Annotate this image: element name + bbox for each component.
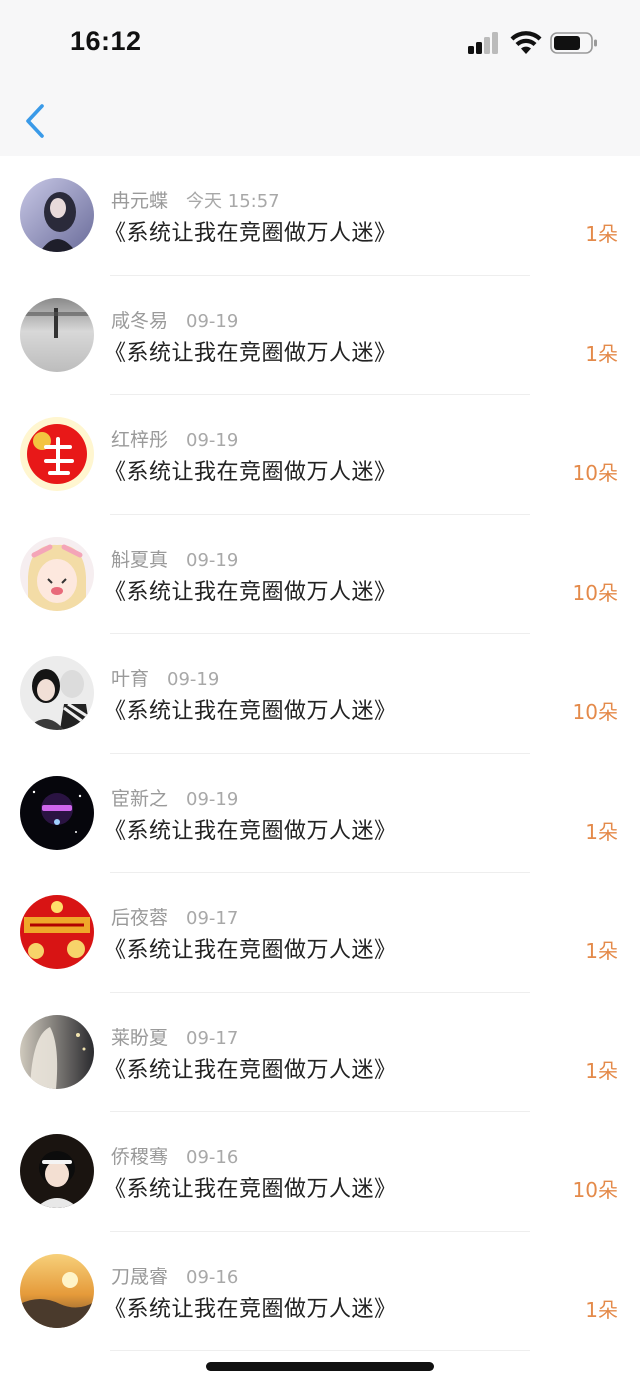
item-meta: 冉元蝶 今天 15:57 — [111, 186, 280, 213]
cellular-signal-icon — [466, 32, 502, 54]
item-meta: 后夜蓉 09-17 — [111, 903, 238, 930]
avatar[interactable] — [20, 297, 94, 372]
list-item[interactable]: 咸冬易 09-19 《系统让我在竞圈做万人迷》 1朵 — [0, 276, 640, 395]
status-time: 16:12 — [70, 26, 142, 56]
divider — [110, 1350, 530, 1351]
avatar[interactable] — [20, 417, 94, 491]
sender-name: 叶育 — [111, 668, 150, 690]
avatar[interactable] — [20, 656, 94, 730]
sender-name: 红梓彤 — [111, 429, 169, 451]
book-title: 《系统让我在竞圈做万人迷》 — [104, 1296, 397, 1322]
avatar[interactable] — [20, 895, 94, 969]
sender-name: 后夜蓉 — [111, 907, 169, 929]
flower-count: 10朵 — [572, 461, 618, 485]
book-title: 《系统让我在竞圈做万人迷》 — [104, 221, 397, 246]
item-date: 09-17 — [186, 908, 239, 929]
item-date: 09-19 — [186, 549, 239, 571]
book-title: 《系统让我在竞圈做万人迷》 — [104, 340, 397, 366]
list-item[interactable]: 冉元蝶 今天 15:57 《系统让我在竞圈做万人迷》 1朵 — [0, 156, 640, 276]
list-item[interactable]: 叶育 09-19 《系统让我在竞圈做万人迷》 10朵 — [0, 634, 640, 754]
wifi-icon — [510, 31, 542, 54]
sender-name: 咸冬易 — [111, 309, 169, 332]
avatar[interactable] — [20, 775, 94, 850]
item-meta: 斛夏真 09-19 — [111, 545, 238, 572]
flower-count: 1朵 — [585, 1058, 618, 1083]
flower-count: 1朵 — [585, 1297, 618, 1322]
item-meta: 莱盼夏 09-17 — [111, 1023, 238, 1050]
flower-count: 10朵 — [572, 580, 618, 605]
item-meta: 咸冬易 09-19 — [111, 306, 238, 333]
item-meta: 叶育 09-19 — [111, 664, 219, 691]
avatar[interactable] — [20, 536, 94, 611]
item-date: 09-19 — [186, 430, 239, 451]
gift-list: 冉元蝶 今天 15:57 《系统让我在竞圈做万人迷》 1朵 咸冬易 09-19 《系… — [0, 156, 640, 1351]
list-item[interactable]: 后夜蓉 09-17 《系统让我在竞圈做万人迷》 1朵 — [0, 873, 640, 993]
avatar[interactable] — [20, 1134, 94, 1208]
battery-icon — [550, 32, 597, 54]
item-date: 今天 15:57 — [186, 191, 280, 212]
item-date: 09-19 — [186, 310, 239, 332]
item-meta: 侨稷骞 09-16 — [111, 1142, 238, 1169]
item-date: 09-16 — [186, 1147, 239, 1168]
item-meta: 宦新之 09-19 — [111, 784, 238, 811]
flower-count: 1朵 — [585, 819, 618, 844]
list-item[interactable]: 斛夏真 09-19 《系统让我在竞圈做万人迷》 10朵 — [0, 515, 640, 634]
list-item[interactable]: 刀晟睿 09-16 《系统让我在竞圈做万人迷》 1朵 — [0, 1232, 640, 1351]
flower-count: 1朵 — [585, 222, 618, 246]
list-item[interactable]: 宦新之 09-19 《系统让我在竞圈做万人迷》 1朵 — [0, 754, 640, 873]
top-bar: 16:12 — [0, 0, 640, 156]
item-meta: 红梓彤 09-19 — [111, 425, 238, 452]
avatar[interactable] — [20, 178, 94, 252]
back-chevron-icon[interactable] — [18, 100, 54, 142]
list-item[interactable]: 红梓彤 09-19 《系统让我在竞圈做万人迷》 10朵 — [0, 395, 640, 515]
avatar[interactable] — [20, 1253, 94, 1328]
flower-count: 1朵 — [585, 341, 618, 366]
sender-name: 莱盼夏 — [111, 1026, 169, 1049]
avatar[interactable] — [20, 1014, 94, 1089]
book-title: 《系统让我在竞圈做万人迷》 — [104, 938, 397, 963]
list-item[interactable]: 侨稷骞 09-16 《系统让我在竞圈做万人迷》 10朵 — [0, 1112, 640, 1232]
book-title: 《系统让我在竞圈做万人迷》 — [104, 1057, 397, 1083]
item-date: 09-19 — [186, 788, 239, 810]
book-title: 《系统让我在竞圈做万人迷》 — [104, 818, 397, 844]
item-date: 09-16 — [186, 1266, 239, 1288]
list-item[interactable]: 莱盼夏 09-17 《系统让我在竞圈做万人迷》 1朵 — [0, 993, 640, 1112]
flower-count: 10朵 — [572, 700, 618, 724]
flower-count: 1朵 — [585, 939, 618, 963]
sender-name: 侨稷骞 — [111, 1146, 169, 1168]
item-date: 09-17 — [186, 1027, 239, 1049]
sender-name: 刀晟睿 — [111, 1265, 169, 1288]
book-title: 《系统让我在竞圈做万人迷》 — [104, 579, 397, 605]
sender-name: 冉元蝶 — [111, 190, 169, 212]
flower-count: 10朵 — [572, 1178, 618, 1202]
book-title: 《系统让我在竞圈做万人迷》 — [104, 699, 397, 724]
sender-name: 宦新之 — [111, 787, 169, 810]
item-date: 09-19 — [167, 669, 220, 690]
sender-name: 斛夏真 — [111, 548, 169, 571]
item-meta: 刀晟睿 09-16 — [111, 1262, 238, 1289]
book-title: 《系统让我在竞圈做万人迷》 — [104, 460, 397, 485]
home-indicator[interactable] — [206, 1362, 434, 1371]
book-title: 《系统让我在竞圈做万人迷》 — [104, 1177, 397, 1202]
